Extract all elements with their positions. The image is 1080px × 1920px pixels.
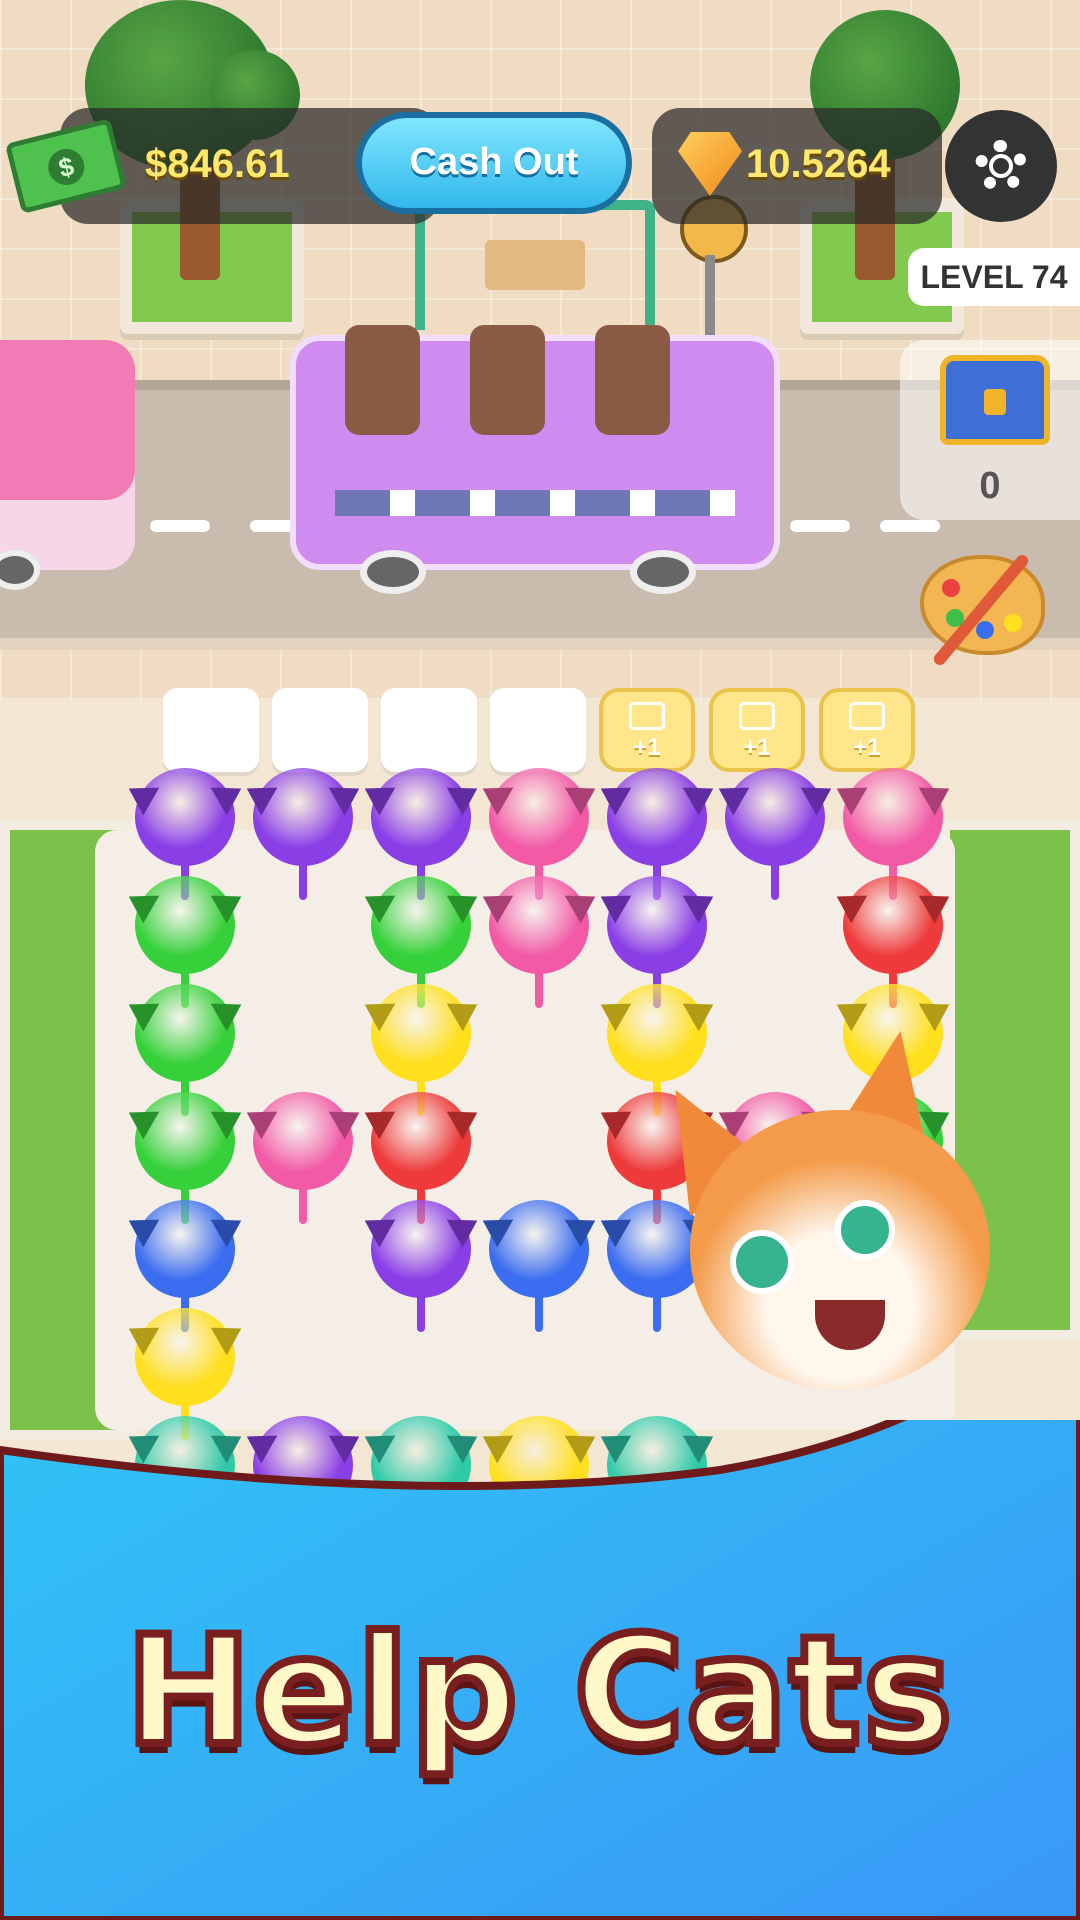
lane-mark xyxy=(880,520,940,532)
cat-pink[interactable] xyxy=(238,1084,368,1224)
cat-green[interactable] xyxy=(120,976,250,1116)
bus-left[interactable] xyxy=(0,340,135,570)
cat-purple[interactable] xyxy=(356,760,486,900)
cat-purple[interactable] xyxy=(710,760,840,900)
gem-amount: 10.5264 xyxy=(746,142,891,186)
cat-purple[interactable] xyxy=(592,868,722,1008)
lock-icon xyxy=(984,389,1006,415)
level-label: LEVEL 74 xyxy=(908,248,1080,306)
video-camera-icon xyxy=(849,702,885,730)
cat-green[interactable] xyxy=(356,868,486,1008)
cat-purple[interactable] xyxy=(356,1192,486,1332)
bus-stop-pole xyxy=(705,255,715,345)
cat-blue[interactable] xyxy=(474,1192,604,1332)
extra-slot-label: +1 xyxy=(633,734,661,761)
extra-slot-label: +1 xyxy=(743,734,771,761)
cat-red[interactable] xyxy=(828,868,958,1008)
mascot-cat-eye-left xyxy=(730,1230,794,1294)
extra-slot-label: +1 xyxy=(853,734,881,761)
chest-count: 0 xyxy=(979,465,1001,507)
game-screen: $ $846.61 Cash Out 10.5264 LEVEL 74 0 +1… xyxy=(0,0,1080,1920)
treasure-chest-icon[interactable] xyxy=(940,355,1050,445)
cat-pink[interactable] xyxy=(474,868,604,1008)
cat-yellow[interactable] xyxy=(356,976,486,1116)
bus-main-wheel xyxy=(360,550,426,594)
cat-yellow[interactable] xyxy=(120,1300,250,1440)
cat-pink[interactable] xyxy=(828,760,958,900)
cat-blue[interactable] xyxy=(120,1192,250,1332)
cat-pink[interactable] xyxy=(474,760,604,900)
video-camera-icon xyxy=(739,702,775,730)
cat-green[interactable] xyxy=(120,868,250,1008)
bus-seat xyxy=(345,325,420,435)
cat-purple[interactable] xyxy=(238,760,368,900)
bench xyxy=(485,240,585,290)
bus-main-windows xyxy=(335,490,735,516)
cat-purple[interactable] xyxy=(120,760,250,900)
settings-button[interactable] xyxy=(945,110,1057,222)
bus-seat xyxy=(470,325,545,435)
cat-purple[interactable] xyxy=(592,760,722,900)
mascot-cat xyxy=(639,1022,1080,1450)
mascot-cat-eye-right xyxy=(835,1200,895,1260)
lane-mark xyxy=(790,520,850,532)
bus-main-wheel xyxy=(630,550,696,594)
video-camera-icon xyxy=(629,702,665,730)
cat-red[interactable] xyxy=(356,1084,486,1224)
cash-out-button[interactable]: Cash Out xyxy=(356,112,632,214)
bus-seat xyxy=(595,325,670,435)
cash-amount: $846.61 xyxy=(145,142,290,186)
gear-icon-hole xyxy=(989,154,1013,178)
lane-mark xyxy=(150,520,210,532)
cat-green[interactable] xyxy=(120,1084,250,1224)
banner-title: Help Cats xyxy=(122,1601,957,1783)
